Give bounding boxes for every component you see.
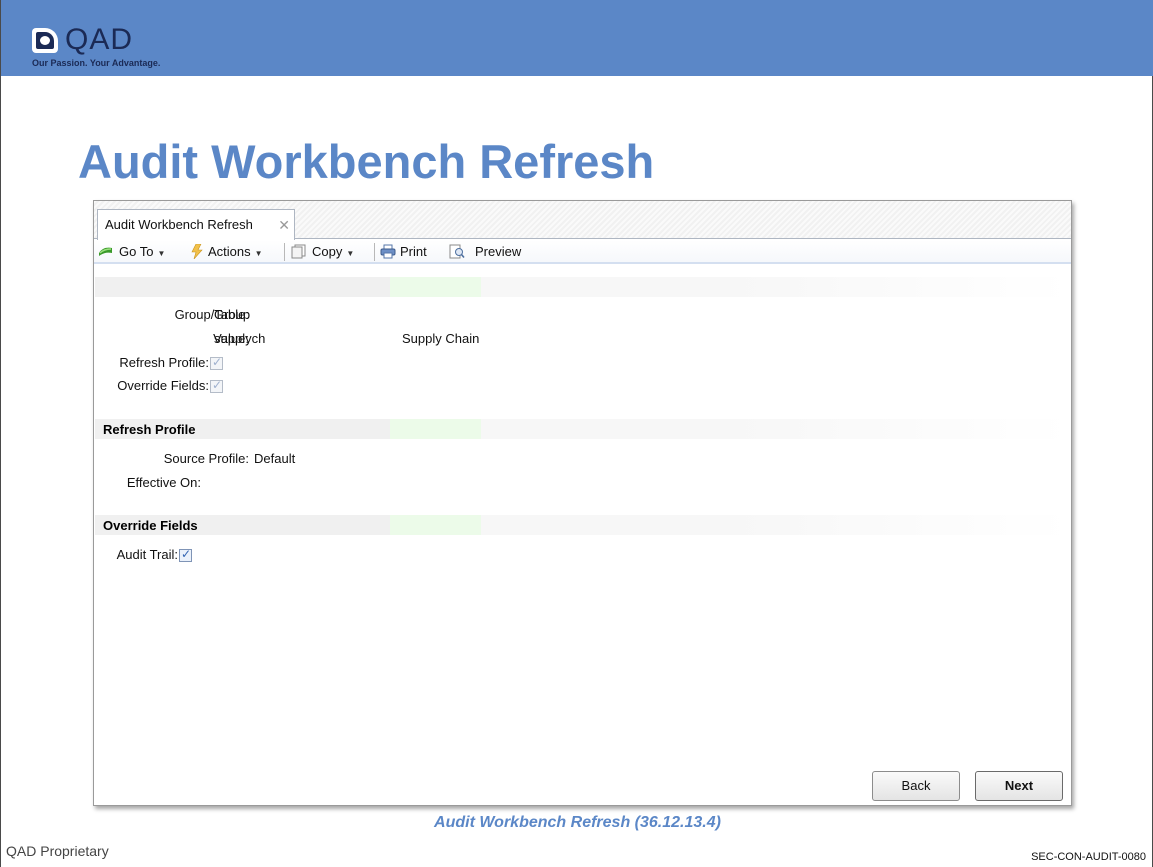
go-to-icon: [99, 247, 112, 256]
preview-button[interactable]: Preview: [475, 243, 521, 261]
chevron-down-icon: ▼: [157, 249, 166, 258]
close-icon[interactable]: ✕: [278, 210, 290, 240]
qad-logo: QAD Our Passion. Your Advantage.: [32, 22, 182, 72]
section-header-refresh-profile: Refresh Profile: [95, 419, 1071, 439]
print-button[interactable]: Print: [400, 243, 427, 261]
qad-logo-icon: [32, 28, 58, 53]
back-button[interactable]: Back: [872, 771, 960, 801]
override-fields-label: Override Fields:: [117, 378, 209, 393]
printer-icon: [380, 244, 396, 259]
section-band: [95, 277, 1071, 297]
chevron-down-icon: ▼: [346, 249, 355, 258]
footer-proprietary: QAD Proprietary: [6, 843, 109, 859]
override-fields-checkbox[interactable]: [210, 378, 223, 393]
copy-button[interactable]: Copy ▼: [312, 243, 354, 261]
toolbar-divider: [374, 243, 375, 261]
logo-text: QAD: [65, 23, 134, 56]
audit-trail-label: Audit Trail:: [116, 547, 178, 562]
application-window: Audit Workbench Refresh ✕ Go To ▼ Actions…: [93, 200, 1072, 806]
section-header-override-fields: Override Fields: [95, 515, 1071, 535]
effective-on-label: Effective On:: [126, 475, 201, 490]
toolbar: Go To ▼ Actions ▼ Copy ▼ Print Preview: [94, 240, 1071, 264]
toolbar-divider: [284, 243, 285, 261]
refresh-profile-checkbox[interactable]: [210, 355, 223, 370]
tab-audit-workbench-refresh[interactable]: Audit Workbench Refresh ✕: [97, 209, 295, 240]
audit-trail-checkbox[interactable]: [179, 547, 192, 562]
next-button[interactable]: Next: [975, 771, 1063, 801]
copy-icon: [291, 244, 306, 259]
source-profile-value: Default: [254, 451, 296, 466]
section-title: Refresh Profile: [103, 422, 196, 437]
figure-caption: Audit Workbench Refresh (36.12.13.4): [434, 814, 721, 831]
go-to-button[interactable]: Go To ▼: [119, 243, 165, 261]
source-profile-label: Source Profile:: [163, 451, 249, 466]
chevron-down-icon: ▼: [254, 249, 263, 258]
logo-tagline: Our Passion. Your Advantage.: [32, 58, 161, 68]
slide-title: Audit Workbench Refresh: [78, 135, 655, 188]
lightning-icon: [191, 244, 203, 259]
tab-label: Audit Workbench Refresh: [105, 217, 253, 232]
value-description: Supply Chain: [402, 331, 480, 346]
slide: QAD Our Passion. Your Advantage. Audit W…: [0, 0, 1153, 867]
footer-code: SEC-CON-AUDIT-0080: [1031, 851, 1146, 863]
preview-icon: [449, 244, 465, 259]
tab-bar: Audit Workbench Refresh ✕: [94, 201, 1071, 240]
header-banner: QAD Our Passion. Your Advantage.: [1, 0, 1153, 76]
actions-button[interactable]: Actions ▼: [208, 243, 263, 261]
section-title: Override Fields: [103, 518, 198, 533]
refresh-profile-label: Refresh Profile:: [119, 355, 209, 370]
value-value: supplych: [214, 331, 266, 346]
group-table-value: Group: [214, 307, 251, 322]
